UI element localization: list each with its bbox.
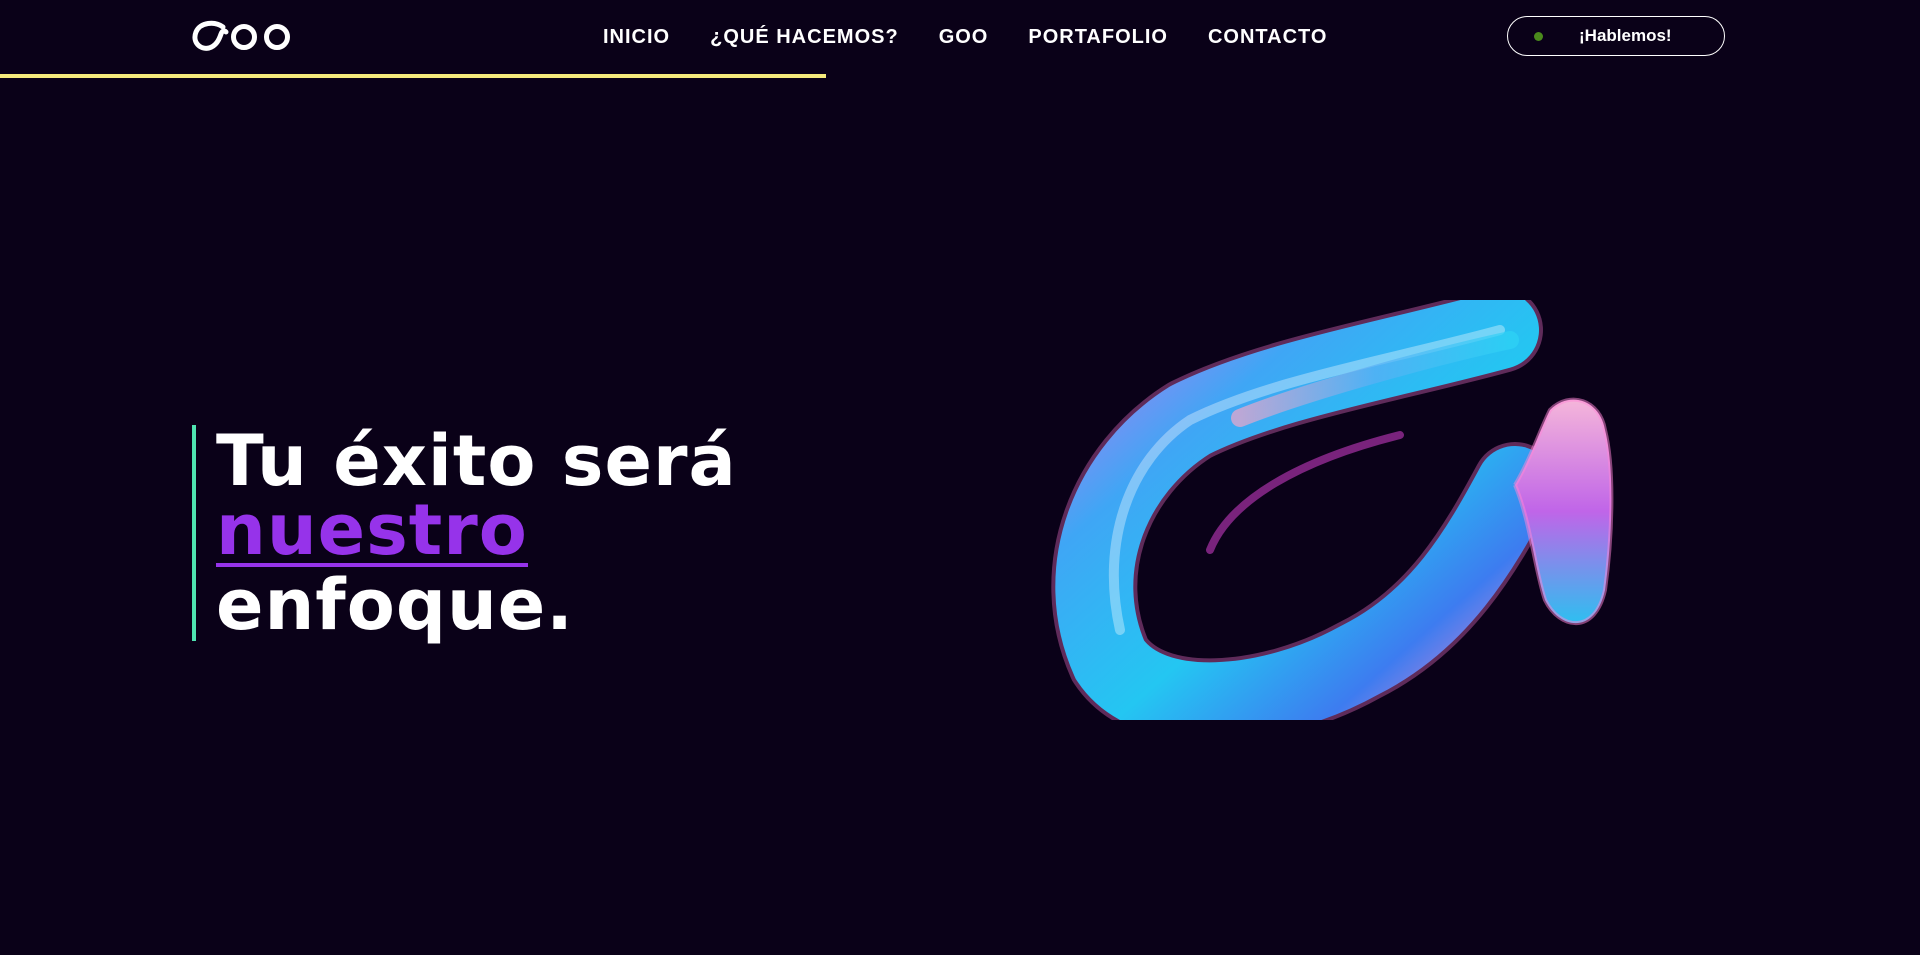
- hablemos-label: ¡Hablemos!: [1579, 26, 1672, 45]
- hero-headline: Tu éxito será nuestro enfoque.: [192, 425, 737, 641]
- goo-logo[interactable]: [192, 20, 294, 52]
- nav-item-que-hacemos[interactable]: ¿QUÉ HACEMOS?: [710, 24, 899, 50]
- goo-logo-icon: [192, 20, 290, 51]
- nav-item-contacto[interactable]: CONTACTO: [1208, 24, 1327, 50]
- scroll-progress-fill: [0, 74, 826, 78]
- nav-item-portafolio[interactable]: PORTAFOLIO: [1028, 24, 1168, 50]
- hero-line-2-accent: nuestro: [216, 489, 528, 571]
- iridescent-3d-logo-mark-icon: [1040, 287, 1670, 745]
- hablemos-button[interactable]: ¡Hablemos!: [1507, 16, 1725, 56]
- nav-item-inicio[interactable]: INICIO: [603, 24, 670, 50]
- hero-line-1: Tu éxito será: [216, 420, 737, 502]
- nav-item-goo[interactable]: GOO: [939, 24, 989, 50]
- site-header: INICIO ¿QUÉ HACEMOS? GOO PORTAFOLIO CONT…: [0, 0, 1920, 78]
- status-dot-icon: [1534, 31, 1543, 41]
- main-nav: INICIO ¿QUÉ HACEMOS? GOO PORTAFOLIO CONT…: [603, 24, 1327, 50]
- scroll-progress-bar: [0, 74, 1920, 78]
- hero-line-3: enfoque.: [216, 564, 574, 646]
